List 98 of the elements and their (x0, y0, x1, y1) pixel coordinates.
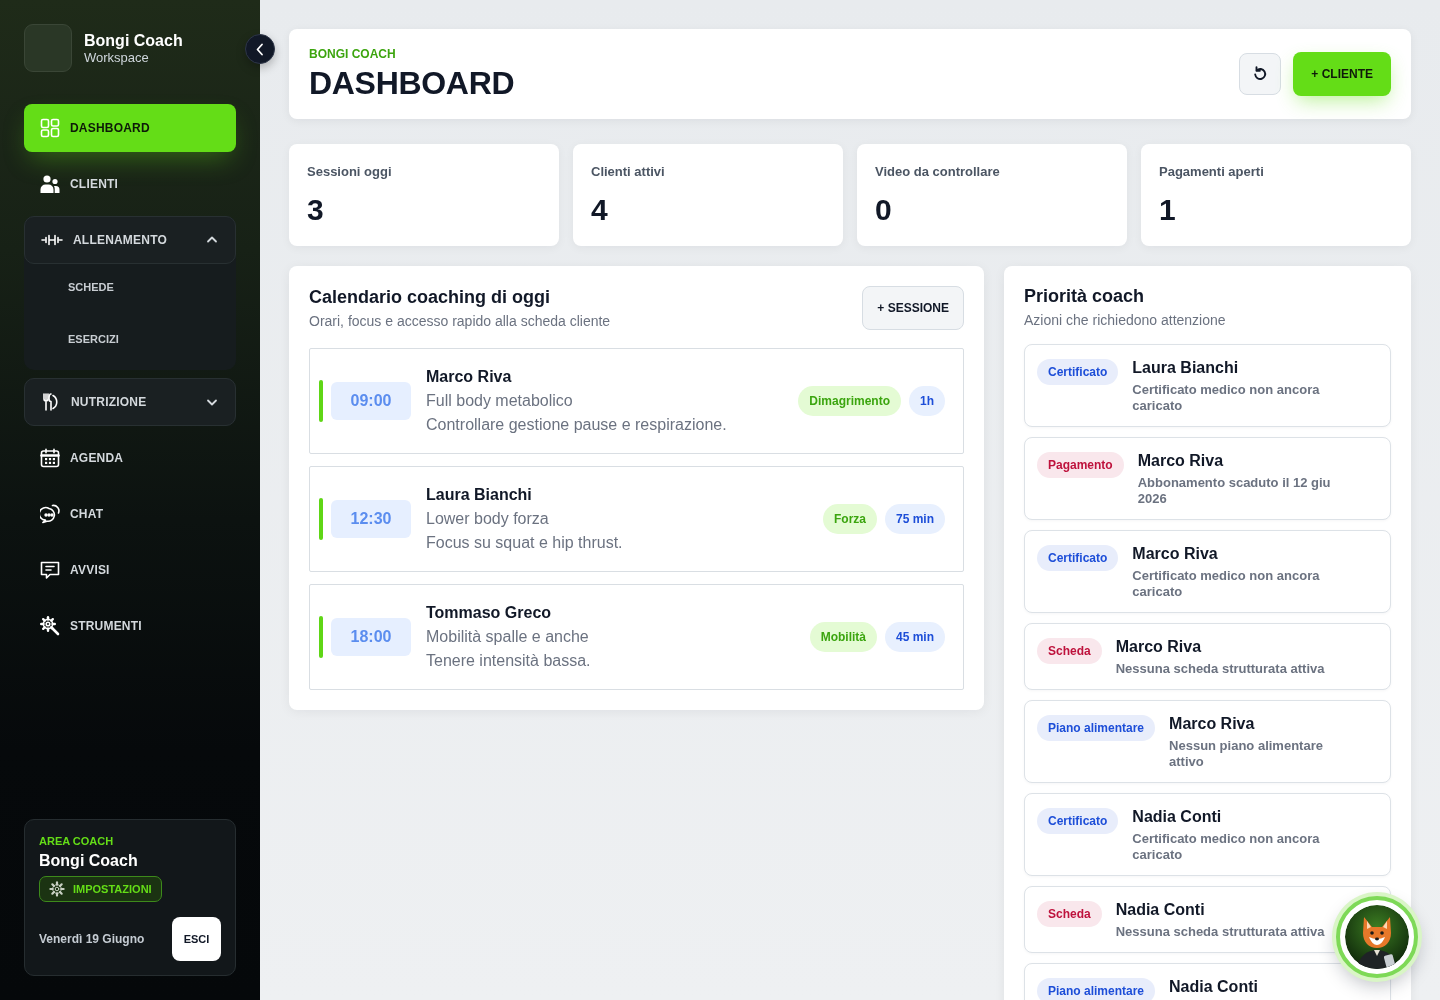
nav-group-toggle[interactable]: NUTRIZIONE (24, 378, 236, 426)
workout-title: Lower body forza (426, 509, 549, 529)
stat-label: Clienti attivi (591, 164, 665, 180)
client-name: Nadia Conti (1169, 977, 1258, 997)
area-label: AREA COACH (39, 834, 114, 848)
calendar-icon (40, 448, 60, 468)
date-label: Venerdì 19 Giugno (39, 932, 145, 946)
priority-card[interactable]: Certificato Nadia Conti Certificato medico non ancora caricato (1024, 793, 1391, 876)
client-name: Marco Riva (1132, 544, 1218, 564)
nav-item[interactable]: STRUMENTI (24, 602, 236, 650)
priority-tag: Piano alimentare (1037, 978, 1156, 1000)
client-name: Nadia Conti (1115, 900, 1205, 920)
session-note: Tenere intensità bassa. (426, 651, 591, 671)
chat-bubbles-icon (40, 504, 60, 524)
message-icon (40, 560, 60, 580)
client-name: Marco Riva (1115, 637, 1202, 657)
time-badge: 09:00 (331, 382, 411, 420)
nav-subitem[interactable]: SCHEDE (24, 264, 236, 310)
workspace-label: Workspace (84, 49, 150, 66)
coach-name: Bongi Coach (39, 851, 138, 871)
nav-subitem[interactable]: ESERCIZI (24, 316, 236, 362)
priority-tag: Certificato (1037, 545, 1119, 571)
accent-bar (319, 380, 323, 422)
session-card[interactable]: 12:30 Laura Bianchi Lower body forza Focus su squat e hip thrust. Forza 75 min (309, 466, 964, 572)
logo-tile (24, 24, 72, 72)
nav-item[interactable]: AVVISI (24, 546, 236, 594)
workout-title: Mobilità spalle e anche (426, 627, 589, 647)
time-badge: 12:30 (331, 500, 411, 538)
fox-mascot-icon (1345, 905, 1409, 969)
duration-tag: 45 min (885, 622, 945, 652)
duration-tag: 1h (909, 386, 945, 416)
alert-message: Nessun piano alimentare attivo (1169, 738, 1324, 770)
priority-tag: Certificato (1037, 359, 1119, 385)
accent-bar (319, 498, 323, 540)
alert-message: Nessuna scheda strutturata attiva (1115, 924, 1325, 940)
priority-tag: Scheda (1037, 901, 1102, 927)
alert-message: Nessuna scheda strutturata attiva (1115, 661, 1325, 677)
client-name: Nadia Conti (1132, 807, 1222, 827)
stat-value: 4 (591, 192, 608, 228)
client-name: Tommaso Greco (426, 603, 552, 623)
duration-tag: 75 min (885, 504, 945, 534)
client-name: Marco Riva (1169, 714, 1255, 734)
page-title: DASHBOARD (309, 63, 515, 102)
time-badge: 18:00 (331, 618, 411, 656)
priority-tag: Pagamento (1037, 452, 1124, 478)
users-icon (40, 174, 60, 194)
session-note: Focus su squat e hip thrust. (426, 533, 623, 553)
client-name: Laura Bianchi (426, 485, 532, 505)
priority-tag: Scheda (1037, 638, 1102, 664)
brand-name: Bongi Coach (84, 30, 183, 50)
panel-subtitle: Azioni che richiedono attenzione (1024, 311, 1227, 329)
priority-card[interactable]: Scheda Marco Riva Nessuna scheda strutturata attiva (1024, 623, 1391, 690)
stat-value: 3 (307, 192, 324, 228)
priority-tag: Certificato (1037, 808, 1119, 834)
nav-item[interactable]: CHAT (24, 490, 236, 538)
alert-message: Abbonamento scaduto il 12 giu 2026 (1137, 475, 1332, 507)
settings-button[interactable]: IMPOSTAZIONI (39, 876, 162, 902)
category-tag: Forza (822, 504, 877, 534)
app-eyebrow: BONGI COACH (309, 46, 396, 62)
stat-label: Video da controllare (875, 164, 1000, 180)
client-name: Marco Riva (426, 367, 512, 387)
priority-card[interactable]: Certificato Laura Bianchi Certificato medico non ancora caricato (1024, 344, 1391, 427)
nav-group-toggle[interactable]: ALLENAMENTO (24, 216, 236, 264)
category-tag: Mobilità (809, 622, 877, 652)
client-name: Laura Bianchi (1132, 358, 1239, 378)
logout-button[interactable]: ESCI (172, 917, 221, 961)
alert-message: Certificato medico non ancora caricato (1132, 831, 1321, 863)
category-tag: Dimagrimento (798, 386, 901, 416)
add-session-button[interactable]: + SESSIONE (862, 286, 964, 330)
priority-card[interactable]: Pagamento Marco Riva Abbonamento scaduto il 12 giu 2026 (1024, 437, 1391, 520)
nav-item[interactable]: AGENDA (24, 434, 236, 482)
alert-message: Certificato medico non ancora caricato (1132, 382, 1321, 414)
priority-card[interactable]: Piano alimentare Nadia Conti (1024, 963, 1391, 1000)
refresh-button[interactable] (1239, 53, 1282, 95)
priority-card[interactable]: Piano alimentare Marco Riva Nessun piano alimentare attivo (1024, 700, 1391, 783)
accent-bar (319, 616, 323, 658)
gear-wrench-icon (40, 616, 60, 636)
panel-title: Priorità coach (1024, 285, 1146, 307)
panel-subtitle: Orari, focus e accesso rapido alla scheda cliente (309, 312, 611, 330)
stat-label: Pagamenti aperti (1159, 164, 1264, 180)
gear-icon (49, 881, 65, 897)
new-client-button[interactable]: + CLIENTE (1293, 52, 1391, 96)
refresh-icon (1252, 66, 1269, 82)
nav-item[interactable]: CLIENTI (24, 160, 236, 208)
session-card[interactable]: 18:00 Tommaso Greco Mobilità spalle e anche Tenere intensità bassa. Mobilità 45 min (309, 584, 964, 690)
session-card[interactable]: 09:00 Marco Riva Full body metabolico Controllare gestione pause e respirazione. Dimagrimento 1h (309, 348, 964, 454)
stat-value: 1 (1159, 192, 1176, 228)
stat-value: 0 (875, 192, 892, 228)
grid-icon (40, 118, 60, 138)
stat-label: Sessioni oggi (307, 164, 392, 180)
priority-card[interactable]: Certificato Marco Riva Certificato medico non ancora caricato (1024, 530, 1391, 613)
client-name: Marco Riva (1137, 451, 1224, 471)
panel-title: Calendario coaching di oggi (309, 286, 551, 308)
priority-tag: Piano alimentare (1037, 715, 1156, 741)
session-note: Controllare gestione pause e respirazione. (426, 415, 727, 435)
nav-item[interactable]: DASHBOARD (24, 104, 236, 152)
alert-message: Certificato medico non ancora caricato (1132, 568, 1321, 600)
workout-title: Full body metabolico (426, 391, 573, 411)
